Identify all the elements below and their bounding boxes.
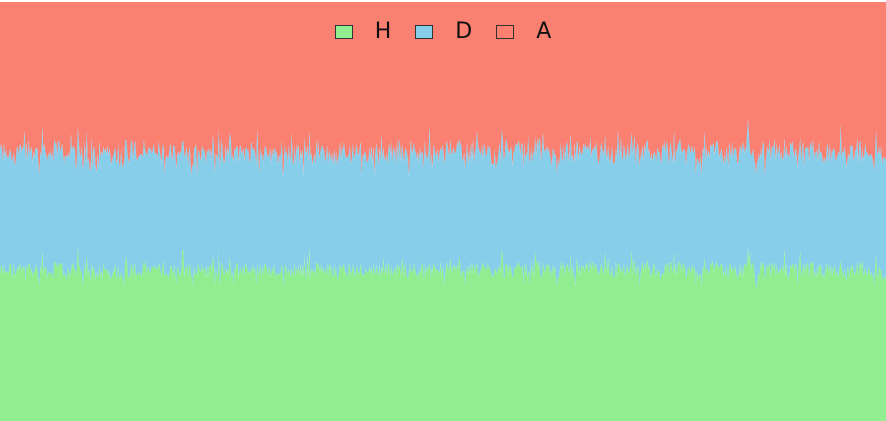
- stacked-area-chart: [0, 0, 886, 421]
- series-group: [0, 2, 886, 421]
- chart-area: H D A: [0, 0, 886, 421]
